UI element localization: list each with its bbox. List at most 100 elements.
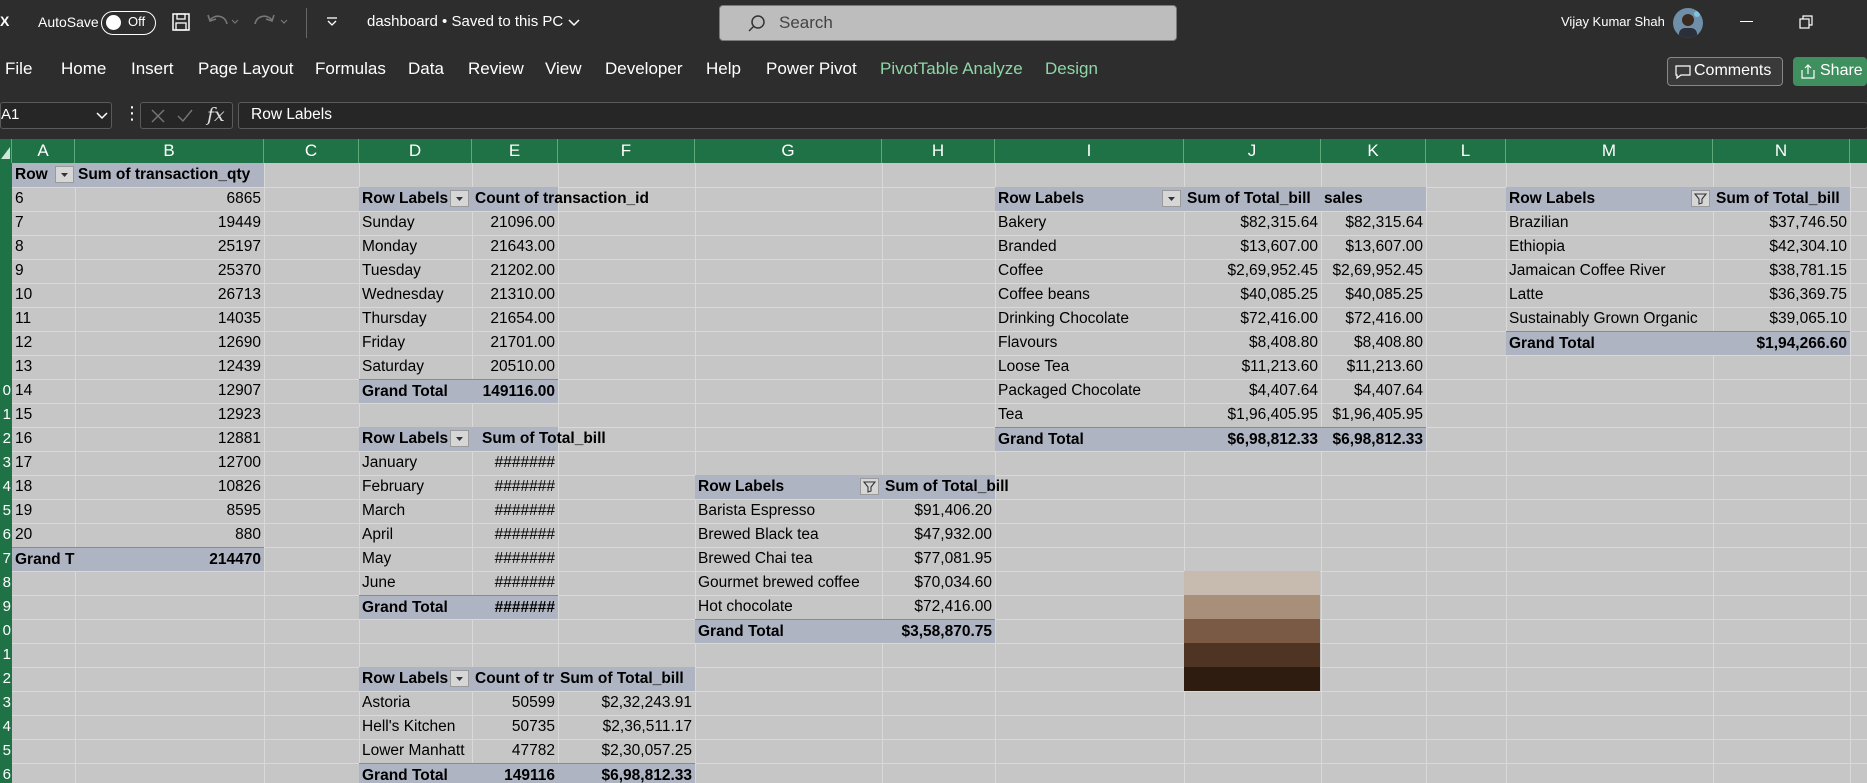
table-cell[interactable]: March xyxy=(359,499,472,523)
column-header-l[interactable]: L xyxy=(1426,139,1506,163)
column-header-c[interactable]: C xyxy=(264,139,359,163)
table-cell[interactable]: ####### xyxy=(472,523,558,547)
table-cell[interactable]: 11 xyxy=(12,307,75,331)
table-cell[interactable]: 6 xyxy=(12,187,75,211)
table-cell[interactable]: 21096.00 xyxy=(472,211,558,235)
search-box[interactable]: Search xyxy=(719,5,1177,41)
avatar[interactable] xyxy=(1673,8,1703,38)
row-header[interactable]: 3 xyxy=(0,451,12,475)
table-cell[interactable]: 12700 xyxy=(75,451,264,475)
pivot-coffee-header-labels[interactable]: Row Labels xyxy=(1506,187,1713,211)
table-cell[interactable]: 12439 xyxy=(75,355,264,379)
grand-total-value[interactable]: $6,98,812.33 xyxy=(558,763,695,783)
column-header-h[interactable]: H xyxy=(882,139,995,163)
grand-total-value[interactable]: $1,94,266.60 xyxy=(1713,331,1850,355)
table-cell[interactable]: $82,315.64 xyxy=(1184,211,1321,235)
table-cell[interactable]: Latte xyxy=(1506,283,1713,307)
table-cell[interactable]: 19 xyxy=(12,499,75,523)
pivot-type-header-value[interactable]: Sum of Total_bill xyxy=(882,475,1009,499)
table-cell[interactable]: Bakery xyxy=(995,211,1184,235)
table-cell[interactable]: Sunday xyxy=(359,211,472,235)
table-cell[interactable]: 21310.00 xyxy=(472,283,558,307)
customize-qat-icon[interactable] xyxy=(325,15,339,34)
row-header[interactable]: 7 xyxy=(0,547,12,571)
table-cell[interactable]: Hot chocolate xyxy=(695,595,882,619)
table-cell[interactable]: Flavours xyxy=(995,331,1184,355)
table-cell[interactable]: $2,30,057.25 xyxy=(558,739,695,763)
table-cell[interactable]: $91,406.20 xyxy=(882,499,995,523)
table-cell[interactable]: 47782 xyxy=(472,739,558,763)
row-header[interactable]: 3 xyxy=(0,691,12,715)
tab-pivottable-analyze[interactable]: PivotTable Analyze xyxy=(880,59,1023,79)
pivot-type-header-labels[interactable]: Row Labels xyxy=(695,475,882,499)
grand-total-value[interactable]: 214470 xyxy=(75,547,264,571)
table-cell[interactable]: 12690 xyxy=(75,331,264,355)
row-header[interactable]: 6 xyxy=(0,523,12,547)
table-cell[interactable]: 16 xyxy=(12,427,75,451)
grand-total-label[interactable]: Grand Total xyxy=(359,379,472,403)
table-cell[interactable]: $40,085.25 xyxy=(1184,283,1321,307)
table-cell[interactable]: 20510.00 xyxy=(472,355,558,379)
grand-total-label[interactable]: Grand T xyxy=(12,547,75,571)
formula-input[interactable]: Row Labels xyxy=(238,102,1867,129)
tab-view[interactable]: View xyxy=(545,59,582,79)
table-cell[interactable]: 25370 xyxy=(75,259,264,283)
table-cell[interactable]: ####### xyxy=(472,571,558,595)
share-button[interactable]: Share xyxy=(1793,57,1867,86)
filter-applied-icon[interactable] xyxy=(1691,190,1710,207)
table-cell[interactable]: Brewed Chai tea xyxy=(695,547,882,571)
table-cell[interactable]: $37,746.50 xyxy=(1713,211,1850,235)
row-header[interactable]: 5 xyxy=(0,499,12,523)
table-cell[interactable]: 10826 xyxy=(75,475,264,499)
table-cell[interactable]: 7 xyxy=(12,211,75,235)
table-cell[interactable]: 9 xyxy=(12,259,75,283)
table-cell[interactable]: Ethiopia xyxy=(1506,235,1713,259)
row-header[interactable]: 8 xyxy=(0,571,12,595)
table-cell[interactable]: 21701.00 xyxy=(472,331,558,355)
tab-page-layout[interactable]: Page Layout xyxy=(198,59,293,79)
table-cell[interactable]: 20 xyxy=(12,523,75,547)
table-cell[interactable]: Brazilian xyxy=(1506,211,1713,235)
pivot-category-header-labels[interactable]: Row Labels xyxy=(995,187,1184,211)
pivot-day-header-value[interactable]: Count of transaction_id xyxy=(472,187,649,211)
tab-design[interactable]: Design xyxy=(1045,59,1098,79)
column-header-e[interactable]: E xyxy=(472,139,558,163)
row-header[interactable]: 2 xyxy=(0,427,12,451)
table-cell[interactable]: Loose Tea xyxy=(995,355,1184,379)
table-cell[interactable]: $8,408.80 xyxy=(1184,331,1321,355)
worksheet-grid[interactable]: 0 1 2 3 4 5 6 7 8 9 0 1 2 3 4 5 6 Row Su… xyxy=(0,163,1867,783)
table-cell[interactable]: Brewed Black tea xyxy=(695,523,882,547)
row-header[interactable]: 4 xyxy=(0,715,12,739)
table-cell[interactable]: $47,932.00 xyxy=(882,523,995,547)
table-cell[interactable]: 18 xyxy=(12,475,75,499)
row-header[interactable]: 2 xyxy=(0,667,12,691)
grand-total-sales[interactable]: $6,98,812.33 xyxy=(1321,427,1426,451)
table-cell[interactable]: 13 xyxy=(12,355,75,379)
pivot-store-header-value[interactable]: Sum of Total_bill xyxy=(558,667,695,691)
table-cell[interactable]: Friday xyxy=(359,331,472,355)
table-cell[interactable]: 8 xyxy=(12,235,75,259)
table-cell[interactable]: Saturday xyxy=(359,355,472,379)
enter-icon[interactable] xyxy=(176,108,194,129)
column-header-d[interactable]: D xyxy=(359,139,472,163)
table-cell[interactable]: January xyxy=(359,451,472,475)
column-header-i[interactable]: I xyxy=(995,139,1184,163)
undo-icon[interactable] xyxy=(205,12,239,37)
table-cell[interactable]: Coffee beans xyxy=(995,283,1184,307)
autosave-toggle[interactable]: Off xyxy=(101,11,156,35)
grand-total-label[interactable]: Grand Total xyxy=(695,619,882,643)
tab-home[interactable]: Home xyxy=(61,59,106,79)
redo-icon[interactable] xyxy=(252,12,288,37)
grand-total-label[interactable]: Grand Total xyxy=(995,427,1184,451)
table-cell[interactable]: $11,213.60 xyxy=(1321,355,1426,379)
column-header-b[interactable]: B xyxy=(75,139,264,163)
save-icon[interactable] xyxy=(171,12,191,37)
row-header[interactable]: 0 xyxy=(0,379,12,403)
table-cell[interactable]: $4,407.64 xyxy=(1184,379,1321,403)
table-cell[interactable]: 17 xyxy=(12,451,75,475)
table-cell[interactable]: 8595 xyxy=(75,499,264,523)
column-header-a[interactable]: A xyxy=(12,139,75,163)
table-cell[interactable]: Hell's Kitchen xyxy=(359,715,472,739)
table-cell[interactable]: $2,69,952.45 xyxy=(1321,259,1426,283)
table-cell[interactable]: $8,408.80 xyxy=(1321,331,1426,355)
